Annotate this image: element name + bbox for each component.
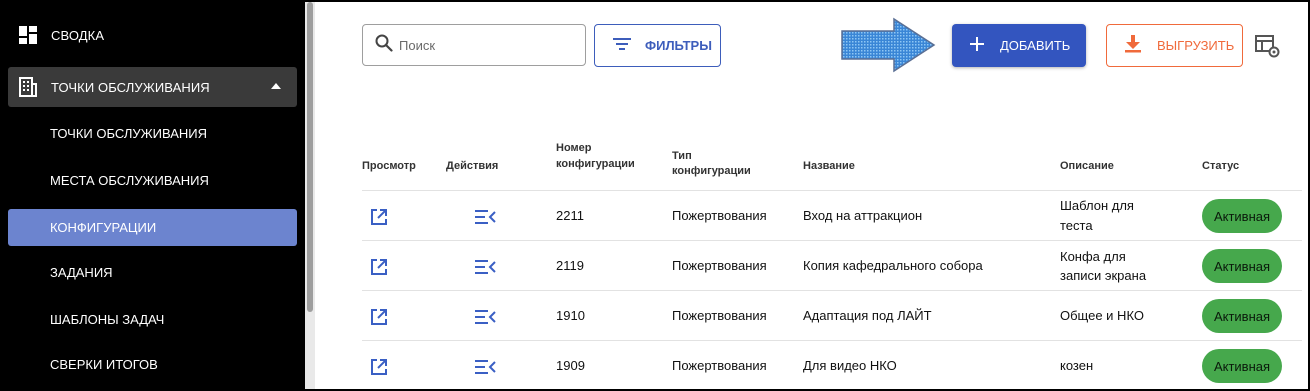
status-badge: Активная xyxy=(1202,249,1282,283)
add-button[interactable]: ДОБАВИТЬ xyxy=(952,24,1086,67)
download-icon xyxy=(1125,35,1141,56)
column-header-config-type-line2: конфигурации xyxy=(672,165,751,177)
sidebar-item-label: ЗАДАНИЯ xyxy=(50,265,113,280)
status-badge: Активная xyxy=(1202,349,1282,383)
cell-description-line2: записи экрана xyxy=(1060,268,1147,283)
app-window: СВОДКА ТОЧКИ ОБСЛУЖИВАНИЯ ТОЧКИ ОБСЛУЖИВ… xyxy=(0,0,1310,391)
cell-config-number: 2211 xyxy=(556,208,584,223)
column-header-view: Просмотр xyxy=(362,160,416,172)
cell-description: Общее и НКО xyxy=(1060,308,1144,323)
cell-config-type: Пожертвования xyxy=(672,308,767,323)
column-header-config-number-line2: конфигурации xyxy=(556,158,635,170)
arrow-right-icon xyxy=(840,17,936,78)
open-in-new-icon[interactable] xyxy=(370,208,388,231)
open-in-new-icon[interactable] xyxy=(370,258,388,281)
sidebar-item-task-templates[interactable]: ШАБЛОНЫ ЗАДАЧ xyxy=(8,301,297,338)
cell-name: Копия кафедрального собора xyxy=(803,258,983,273)
table-row[interactable]: 1909 Пожертвования Для видео НКО козен А… xyxy=(362,340,1302,389)
sidebar-group-label: ТОЧКИ ОБСЛУЖИВАНИЯ xyxy=(51,79,210,95)
cell-config-type: Пожертвования xyxy=(672,258,767,273)
export-button-label: ВЫГРУЗИТЬ xyxy=(1157,38,1235,53)
table-row[interactable]: 2211 Пожертвования Вход на аттракцион Ша… xyxy=(362,190,1302,240)
cell-description-line1: Конфа для xyxy=(1060,249,1126,264)
actions-menu-icon[interactable] xyxy=(475,210,497,229)
sidebar-item-configurations[interactable]: КОНФИГУРАЦИИ xyxy=(8,209,297,246)
actions-menu-icon[interactable] xyxy=(475,260,497,279)
building-icon xyxy=(18,77,38,97)
actions-menu-icon[interactable] xyxy=(475,310,497,329)
cell-config-type: Пожертвования xyxy=(672,358,767,373)
filter-icon xyxy=(613,37,631,54)
open-in-new-icon[interactable] xyxy=(370,358,388,381)
sidebar-item-reconciliations[interactable]: СВЕРКИ ИТОГОВ xyxy=(8,346,297,383)
filters-button-label: ФИЛЬТРЫ xyxy=(645,38,712,53)
sidebar-item-tasks[interactable]: ЗАДАНИЯ xyxy=(8,254,297,291)
sidebar-item-service-points[interactable]: ТОЧКИ ОБСЛУЖИВАНИЯ xyxy=(8,115,297,152)
plus-icon xyxy=(970,37,984,54)
filters-button[interactable]: ФИЛЬТРЫ xyxy=(594,24,721,67)
sidebar-scrollbar-thumb[interactable] xyxy=(307,2,313,312)
cell-name: Для видео НКО xyxy=(803,358,897,373)
sidebar-item-label: МЕСТА ОБСЛУЖИВАНИЯ xyxy=(50,173,209,188)
column-header-description: Описание xyxy=(1060,160,1114,172)
cell-config-number: 1910 xyxy=(556,308,585,323)
cell-name: Вход на аттракцион xyxy=(803,208,923,223)
cell-config-number: 1909 xyxy=(556,358,585,373)
sidebar-item-label: СВОДКА xyxy=(51,27,105,43)
sidebar-group-service-points[interactable]: ТОЧКИ ОБСЛУЖИВАНИЯ xyxy=(8,67,297,107)
dashboard-icon xyxy=(18,25,38,45)
search-icon xyxy=(375,34,393,57)
sidebar-item-service-places[interactable]: МЕСТА ОБСЛУЖИВАНИЯ xyxy=(8,162,297,199)
cell-description: козен xyxy=(1060,358,1094,373)
export-button[interactable]: ВЫГРУЗИТЬ xyxy=(1106,24,1243,67)
table-row[interactable]: 1910 Пожертвования Адаптация под ЛАЙТ Об… xyxy=(362,290,1302,340)
sidebar-item-label: ТОЧКИ ОБСЛУЖИВАНИЯ xyxy=(50,126,207,141)
sidebar-item-label: КОНФИГУРАЦИИ xyxy=(50,220,157,235)
cell-config-number: 2119 xyxy=(556,258,584,273)
search-input[interactable]: Поиск xyxy=(362,24,586,66)
column-header-config-number-line1: Номер xyxy=(556,142,592,154)
status-badge: Активная xyxy=(1202,299,1282,333)
cell-name: Адаптация под ЛАЙТ xyxy=(803,308,932,323)
main-content: Поиск ФИЛЬТРЫ ДОБАВИТЬ ВЫГРУЗИТЬ Просмот… xyxy=(315,2,1308,389)
sidebar-item-label: ШАБЛОНЫ ЗАДАЧ xyxy=(50,312,165,327)
cell-description-line2: теста xyxy=(1060,218,1093,233)
add-button-label: ДОБАВИТЬ xyxy=(1000,38,1071,53)
cell-description-line1: Шаблон для xyxy=(1060,198,1134,213)
status-badge: Активная xyxy=(1202,199,1282,233)
column-header-status: Статус xyxy=(1202,160,1240,172)
sidebar: СВОДКА ТОЧКИ ОБСЛУЖИВАНИЯ ТОЧКИ ОБСЛУЖИВ… xyxy=(2,2,305,389)
column-header-actions: Действия xyxy=(446,160,499,172)
column-header-config-type-line1: Тип xyxy=(672,150,692,162)
cell-config-type: Пожертвования xyxy=(672,208,767,223)
column-header-name: Название xyxy=(803,160,855,172)
search-placeholder: Поиск xyxy=(399,37,436,53)
actions-menu-icon[interactable] xyxy=(475,360,497,379)
sidebar-item-label: СВЕРКИ ИТОГОВ xyxy=(50,357,158,372)
table-row[interactable]: 2119 Пожертвования Копия кафедрального с… xyxy=(362,240,1302,290)
sidebar-item-summary[interactable]: СВОДКА xyxy=(8,16,297,54)
chevron-up-icon xyxy=(271,83,281,89)
open-in-new-icon[interactable] xyxy=(370,308,388,331)
table-settings-icon[interactable] xyxy=(1255,35,1281,64)
